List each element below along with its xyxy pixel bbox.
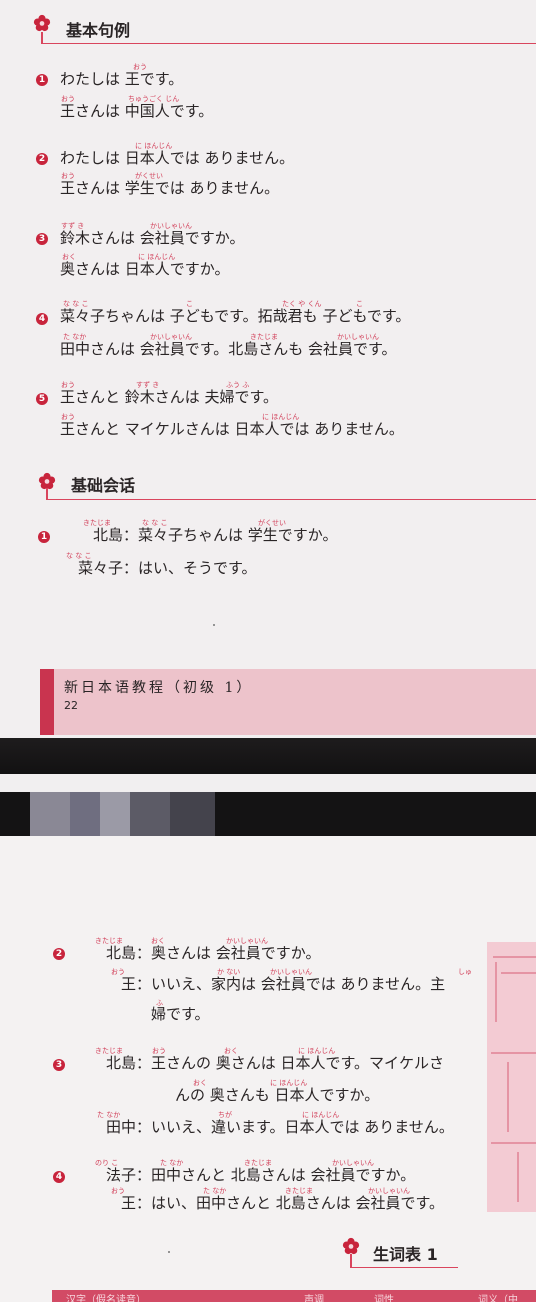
item-number: 4 xyxy=(53,1171,65,1183)
page-gap-dark-2 xyxy=(0,792,536,836)
page-gap-dark xyxy=(0,738,536,774)
dialogue-line: んの 奥さんも 日本人ですか。 xyxy=(175,1086,380,1104)
speck xyxy=(168,1251,170,1253)
dialogue-line: 奥さんは 会社員ですか。 xyxy=(151,944,321,962)
page-footer: 新日本语教程（初级 1） 22 xyxy=(40,669,536,735)
item-number: 3 xyxy=(53,1059,65,1071)
flower-icon xyxy=(33,14,51,32)
dialogue-line: いいえ、違います。日本人では ありません。 xyxy=(151,1118,454,1136)
dialogue-line: いいえ、家内は 会社員では ありません。主 xyxy=(151,975,446,993)
item-number: 1 xyxy=(36,74,48,86)
illustration xyxy=(487,942,536,1212)
dialogue-line: 菜々子ちゃんは 学生ですか。 xyxy=(138,526,338,544)
dialogue-line: 王さんの 奥さんは 日本人です。マイケルさ xyxy=(151,1054,445,1072)
example-sentence: 王さんは 学生では ありません。 xyxy=(60,179,280,197)
section-title-basic-conversation: 基础会话 xyxy=(71,476,136,495)
speaker-label: 王： xyxy=(120,1194,151,1212)
section-rule xyxy=(350,1267,458,1268)
speaker-label: 王： xyxy=(120,975,151,993)
dialogue-line: 田中さんと 北島さんは 会社員ですか。 xyxy=(151,1166,416,1184)
vocab-col-header: 词性 xyxy=(374,1295,394,1302)
example-sentence: 鈴木さんは 会社員ですか。 xyxy=(60,229,245,247)
page-number: 22 xyxy=(64,699,78,712)
section-title-vocabulary: 生词表 1 xyxy=(373,1245,438,1264)
example-sentence: 王さんと 鈴木さんは 夫婦です。 xyxy=(60,388,279,406)
speaker-label: 法子： xyxy=(105,1166,151,1184)
dialogue-line: はい、田中さんと 北島さんは 会社員です。 xyxy=(151,1194,445,1212)
item-number: 5 xyxy=(36,393,48,405)
page-gap-light xyxy=(0,774,536,792)
speaker-label: 菜々子： xyxy=(77,559,138,577)
speaker-label: 北島： xyxy=(105,944,151,962)
book-title: 新日本语教程（初级 1） xyxy=(64,680,254,696)
footer-accent-bar xyxy=(40,669,54,735)
speaker-label: 北島： xyxy=(105,1054,151,1072)
example-sentence: わたしは 日本人では ありません。 xyxy=(60,149,295,167)
vocab-table-header: 汉字（假名读音） 声调 词性 词义（中 xyxy=(52,1290,536,1302)
item-number: 2 xyxy=(36,153,48,165)
example-sentence: 田中さんは 会社員です。北島さんも 会社員です。 xyxy=(60,340,397,358)
flower-icon xyxy=(342,1237,360,1255)
vocab-col-header: 汉字（假名读音） xyxy=(66,1295,146,1302)
furigana: しゅ xyxy=(458,968,472,976)
example-sentence: わたしは 王です。 xyxy=(60,70,184,88)
speaker-label: 北島： xyxy=(92,526,138,544)
dialogue-line: はい、そうです。 xyxy=(138,559,257,577)
section-title-basic-sentences: 基本句例 xyxy=(66,21,131,40)
section-rule-vertical xyxy=(350,1254,352,1268)
item-number: 1 xyxy=(38,531,50,543)
vocab-col-header: 词义（中 xyxy=(478,1295,518,1302)
speck xyxy=(213,624,215,626)
example-sentence: 王さんと マイケルさんは 日本人では ありません。 xyxy=(60,420,404,438)
section-rule xyxy=(46,499,536,500)
vocab-col-header: 声调 xyxy=(304,1295,324,1302)
item-number: 3 xyxy=(36,233,48,245)
example-sentence: 王さんは 中国人です。 xyxy=(60,102,214,120)
speaker-label: 田中： xyxy=(105,1118,151,1136)
example-sentence: 菜々子ちゃんは 子どもです。拓哉君も 子どもです。 xyxy=(60,307,411,325)
section-rule xyxy=(41,43,536,44)
example-sentence: 奥さんは 日本人ですか。 xyxy=(60,260,230,278)
item-number: 2 xyxy=(53,948,65,960)
dialogue-line: 婦です。 xyxy=(151,1005,210,1023)
item-number: 4 xyxy=(36,313,48,325)
